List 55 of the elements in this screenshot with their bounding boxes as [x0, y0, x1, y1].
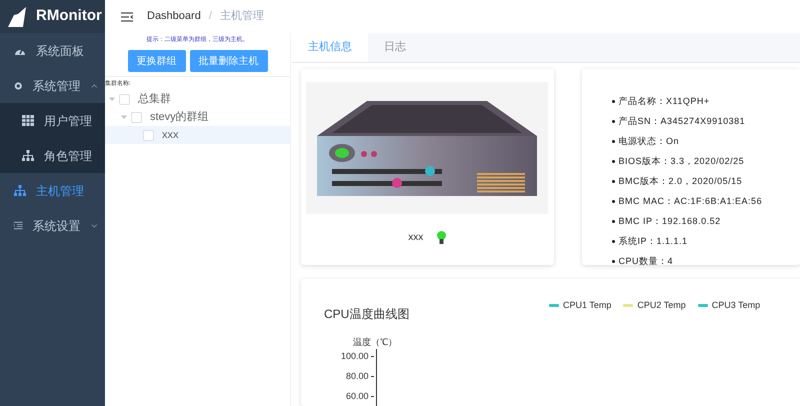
info-line: 电源状态：On — [618, 135, 680, 148]
info-line: CPU数量：4 — [618, 255, 674, 268]
breadcrumb-item: 主机管理 — [220, 8, 264, 24]
y-tick-label: 60.00 — [346, 391, 369, 401]
tree-node[interactable]: 总集群 — [105, 90, 290, 108]
caret-icon — [121, 114, 127, 120]
hierarchy-icon — [14, 185, 26, 196]
legend-label: CPU1 Temp — [563, 299, 612, 312]
info-line: 产品SN：A345274X9910381 — [618, 115, 746, 128]
tree-node[interactable]: xxx — [105, 126, 290, 144]
legend-label: CPU2 Temp — [637, 299, 686, 312]
sidebar-item[interactable]: 用户管理 — [0, 103, 105, 138]
info-line: BIOS版本：3.3，2020/02/25 — [618, 155, 744, 168]
bullet-icon — [612, 140, 615, 144]
bullet-icon — [612, 100, 615, 104]
y-tick-label: 80.00 — [346, 371, 369, 381]
checkbox[interactable] — [143, 130, 154, 140]
breadcrumb-item[interactable]: Dashboard — [147, 8, 201, 25]
list-icon — [14, 220, 23, 231]
bullet-icon — [612, 240, 615, 244]
settings-icon — [14, 80, 23, 92]
sidebar-item[interactable]: 主机管理 — [0, 173, 105, 208]
sidebar-item[interactable]: 系统管理 — [0, 68, 105, 103]
y-tick-label: 100.00 — [341, 351, 369, 361]
y-axis — [376, 349, 377, 406]
sidebar-item[interactable]: 系统设置 — [0, 208, 105, 243]
chart-title: CPU温度曲线图 — [324, 306, 410, 323]
info-line: BMC版本：2.0，2020/05/15 — [618, 175, 742, 188]
checkbox[interactable] — [131, 112, 142, 122]
bullet-icon — [612, 220, 615, 224]
logo-icon — [6, 6, 28, 28]
axis-title: 温度（℃） — [353, 336, 397, 349]
chevron-down-icon — [90, 222, 97, 228]
chevron-up-icon — [90, 82, 97, 88]
tree-node[interactable]: stevy的群组 — [105, 108, 290, 126]
host-name: xxx — [408, 231, 424, 245]
bullet-icon — [612, 180, 615, 184]
bullet-icon — [612, 260, 615, 264]
checkbox[interactable] — [119, 94, 130, 104]
breadcrumb-separator: / — [208, 9, 212, 24]
sidebar-item[interactable]: 角色管理 — [0, 138, 105, 173]
bullet-icon — [612, 200, 615, 204]
app-title: RMonitor — [36, 6, 102, 26]
legend-label: CPU3 Temp — [712, 299, 760, 312]
info-line: 产品名称：X11QPH+ — [618, 95, 710, 108]
info-line: BMC MAC：AC:1F:6B:A1:EA:56 — [618, 195, 762, 208]
menu-icon[interactable] — [121, 12, 133, 22]
bullet-icon — [612, 160, 615, 164]
caret-icon — [109, 96, 115, 102]
grid-icon — [22, 115, 34, 126]
sidebar-item[interactable]: 系统面板 — [0, 33, 105, 68]
info-line: BMC IP：192.168.0.52 — [618, 215, 721, 228]
bullet-icon — [612, 120, 615, 124]
info-line: 系统IP：1.1.1.1 — [618, 235, 688, 248]
hierarchy-icon — [22, 150, 34, 161]
